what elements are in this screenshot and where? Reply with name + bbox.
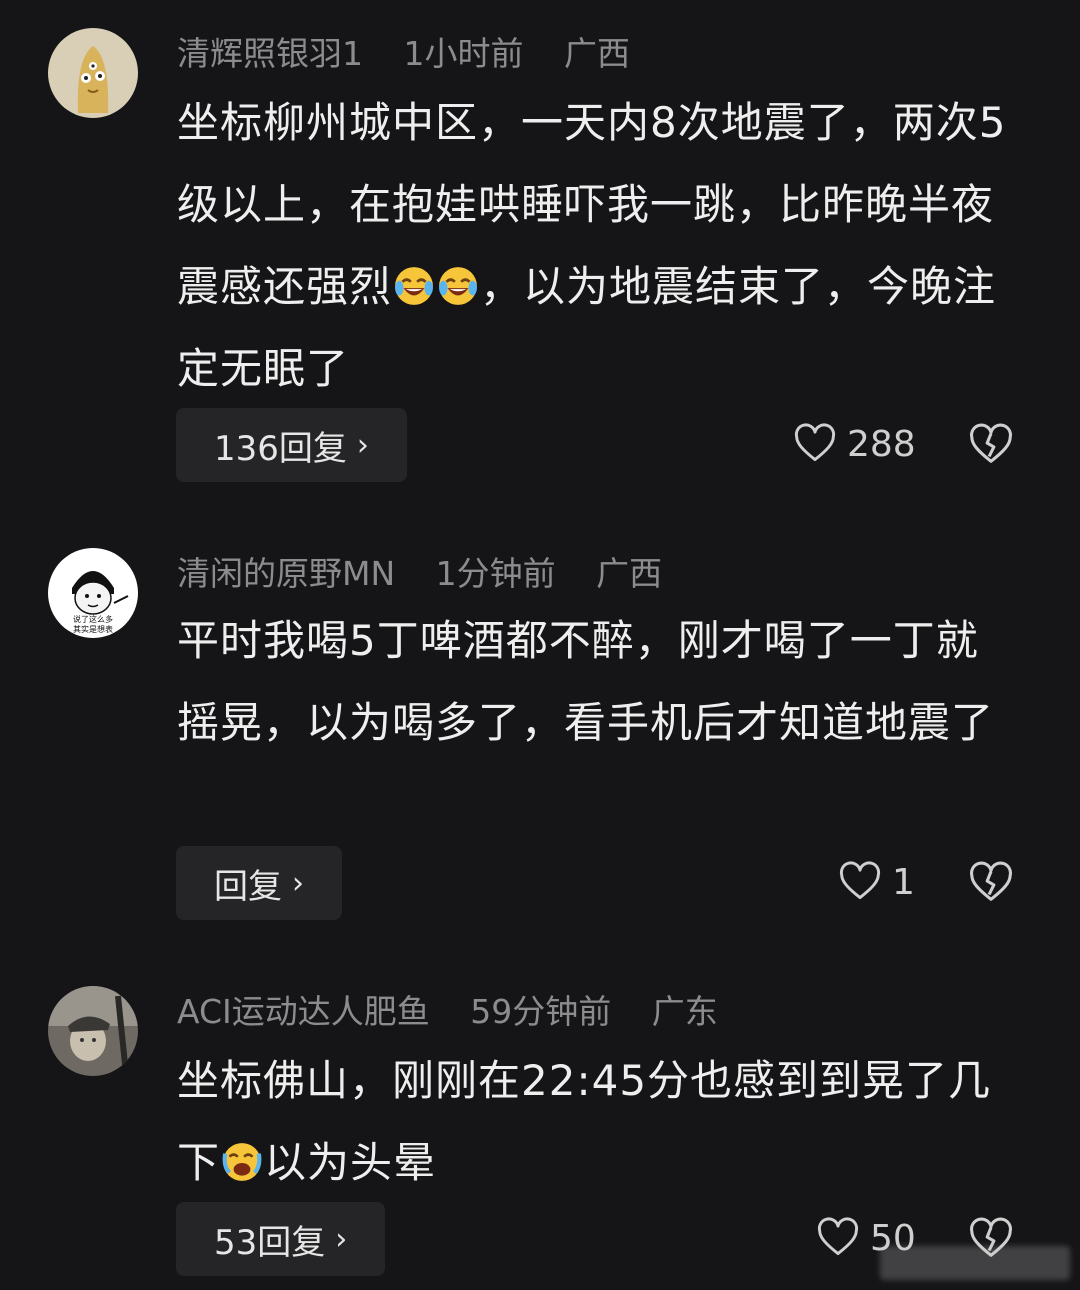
heart-outline-icon [839,861,881,900]
chevron-right-icon: › [335,1221,348,1257]
like-count: 1 [892,861,915,903]
like-button[interactable]: 288 [793,422,916,466]
heart-outline-icon [794,423,836,462]
avatar[interactable] [48,28,138,118]
reply-button[interactable]: 53回复 › [176,1202,386,1276]
comment-text: 坐标佛山，刚刚在22:45分也感到到晃了几下 以为头晕 [177,1040,1017,1204]
dislike-button[interactable] [968,860,1014,906]
broken-heart-icon [970,423,1012,463]
reply-label: 136回复 [214,428,347,469]
reply-label: 53回复 [214,1222,326,1263]
reply-button[interactable]: 回复 › [176,846,342,920]
comment-time: 1小时前 [403,34,524,73]
username[interactable]: 清闲的原野MN [177,554,395,593]
crying-laugh-emoji [222,1143,262,1181]
comment-text: 平时我喝5丁啤酒都不醉，刚才喝了一丁就摇晃，以为喝多了，看手机后才知道地震了 [177,600,1017,764]
comment-text: 坐标柳州城中区，一天内8次地震了，两次5级以上，在抱娃哄睡吓我一跳，比昨晚半夜震… [177,82,1017,410]
dislike-button[interactable] [968,422,1014,468]
username[interactable]: ACI运动达人肥鱼 [177,992,430,1031]
comment-location: 广东 [651,992,718,1031]
reply-label: 回复 [214,866,282,907]
comment-location: 广西 [564,34,630,73]
avatar-caption: 说了这么多 [73,614,113,624]
avatar[interactable] [48,986,138,1076]
username[interactable]: 清辉照银羽1 [177,34,363,73]
comment-meta: ACI运动达人肥鱼 59分钟前 广东 [177,992,748,1032]
chevron-right-icon: › [356,427,369,463]
laugh-cry-emoji [439,267,477,305]
comment-time: 1分钟前 [435,554,556,593]
heart-outline-icon [817,1217,859,1256]
watermark [880,1246,1070,1280]
broken-heart-icon [970,861,1012,901]
comment-meta: 清闲的原野MN 1分钟前 广西 [177,554,692,594]
like-count: 288 [847,423,916,465]
avatar[interactable]: 说了这么多 其实是想表 [48,548,138,638]
comment-location: 广西 [596,554,663,593]
comment-time: 59分钟前 [470,992,612,1031]
comment-meta: 清辉照银羽1 1小时前 广西 [177,34,660,74]
comment-text-part: 以为头晕 [264,1138,437,1187]
like-button[interactable]: 1 [838,860,915,904]
chevron-right-icon: › [292,865,304,901]
reply-button[interactable]: 136回复 › [176,408,407,482]
comment-text-part: 平时我喝5丁啤酒都不醉，刚才喝了一丁就摇晃，以为喝多了，看手机后才知道地震了 [177,616,995,747]
avatar-caption: 其实是想表 [73,624,113,634]
laugh-cry-emoji [395,267,433,305]
